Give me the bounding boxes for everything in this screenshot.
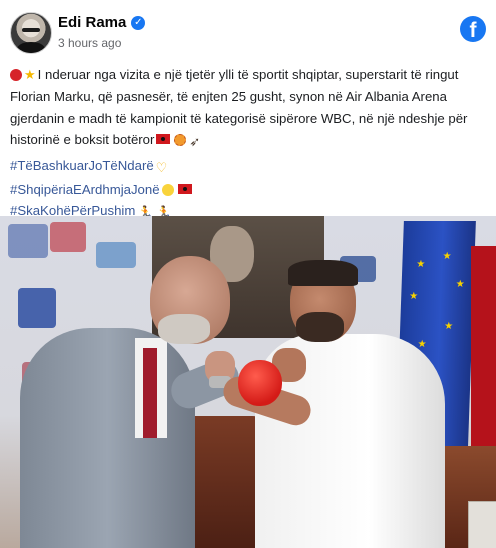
picture-frame — [468, 501, 496, 548]
avatar-glasses — [22, 28, 40, 32]
sports-medal-icon — [174, 134, 187, 147]
heart-hands-icon: ♡ — [155, 160, 168, 176]
wall-artwork — [50, 222, 86, 252]
star-icon: ★ — [24, 68, 36, 83]
wall-artwork — [8, 224, 48, 258]
sun-icon — [161, 184, 174, 197]
facebook-post-card: Edi Rama ✓ 3 hours ago f ★ I nderuar nga … — [0, 0, 496, 548]
hashtag-link[interactable]: #TëBashkuarJoTëNdarë ♡ — [10, 155, 484, 179]
hashtag-text[interactable]: #ShqipëriaEArdhmjaJonë — [10, 182, 160, 197]
facebook-logo-icon[interactable]: f — [460, 16, 486, 42]
post-photo[interactable]: ★ ★ ★ ★ ★ ★ — [0, 216, 496, 548]
author-avatar[interactable] — [10, 12, 52, 54]
boxer-hair — [288, 260, 358, 286]
message-line-1: I nderuar nga vizita e një tjetër ylli t… — [37, 67, 422, 82]
avatar-shirt — [17, 42, 45, 53]
post-message: ★ I nderuar nga vizita e një tjetër ylli … — [10, 64, 484, 154]
post-body: ★ I nderuar nga vizita e një tjetër ylli … — [10, 64, 484, 225]
author-name-row: Edi Rama ✓ — [58, 14, 146, 31]
red-boxing-glove — [238, 360, 282, 406]
post-header: Edi Rama ✓ 3 hours ago f — [10, 12, 486, 56]
verified-check-icon: ✓ — [131, 15, 146, 30]
hashtag-list: #TëBashkuarJoTëNdarë ♡ #ShqipëriaEArdhmja… — [10, 155, 484, 225]
person-tie — [143, 348, 157, 438]
hashtag-link[interactable]: #ShqipëriaEArdhmjaJonë — [10, 179, 484, 200]
post-timestamp[interactable]: 3 hours ago — [58, 36, 121, 50]
boxing-glove-icon — [10, 69, 22, 81]
boxer-beard — [296, 312, 344, 342]
wall-artwork — [18, 288, 56, 328]
eagle-icon: ➶ — [189, 135, 201, 151]
hashtag-text[interactable]: #TëBashkuarJoTëNdarë — [10, 158, 154, 173]
albanian-flag-icon — [156, 134, 171, 145]
albanian-flag-icon — [177, 184, 192, 195]
author-name[interactable]: Edi Rama — [58, 14, 126, 31]
person-suit — [20, 328, 195, 548]
wall-artwork — [96, 242, 136, 268]
person-beard — [158, 314, 210, 344]
